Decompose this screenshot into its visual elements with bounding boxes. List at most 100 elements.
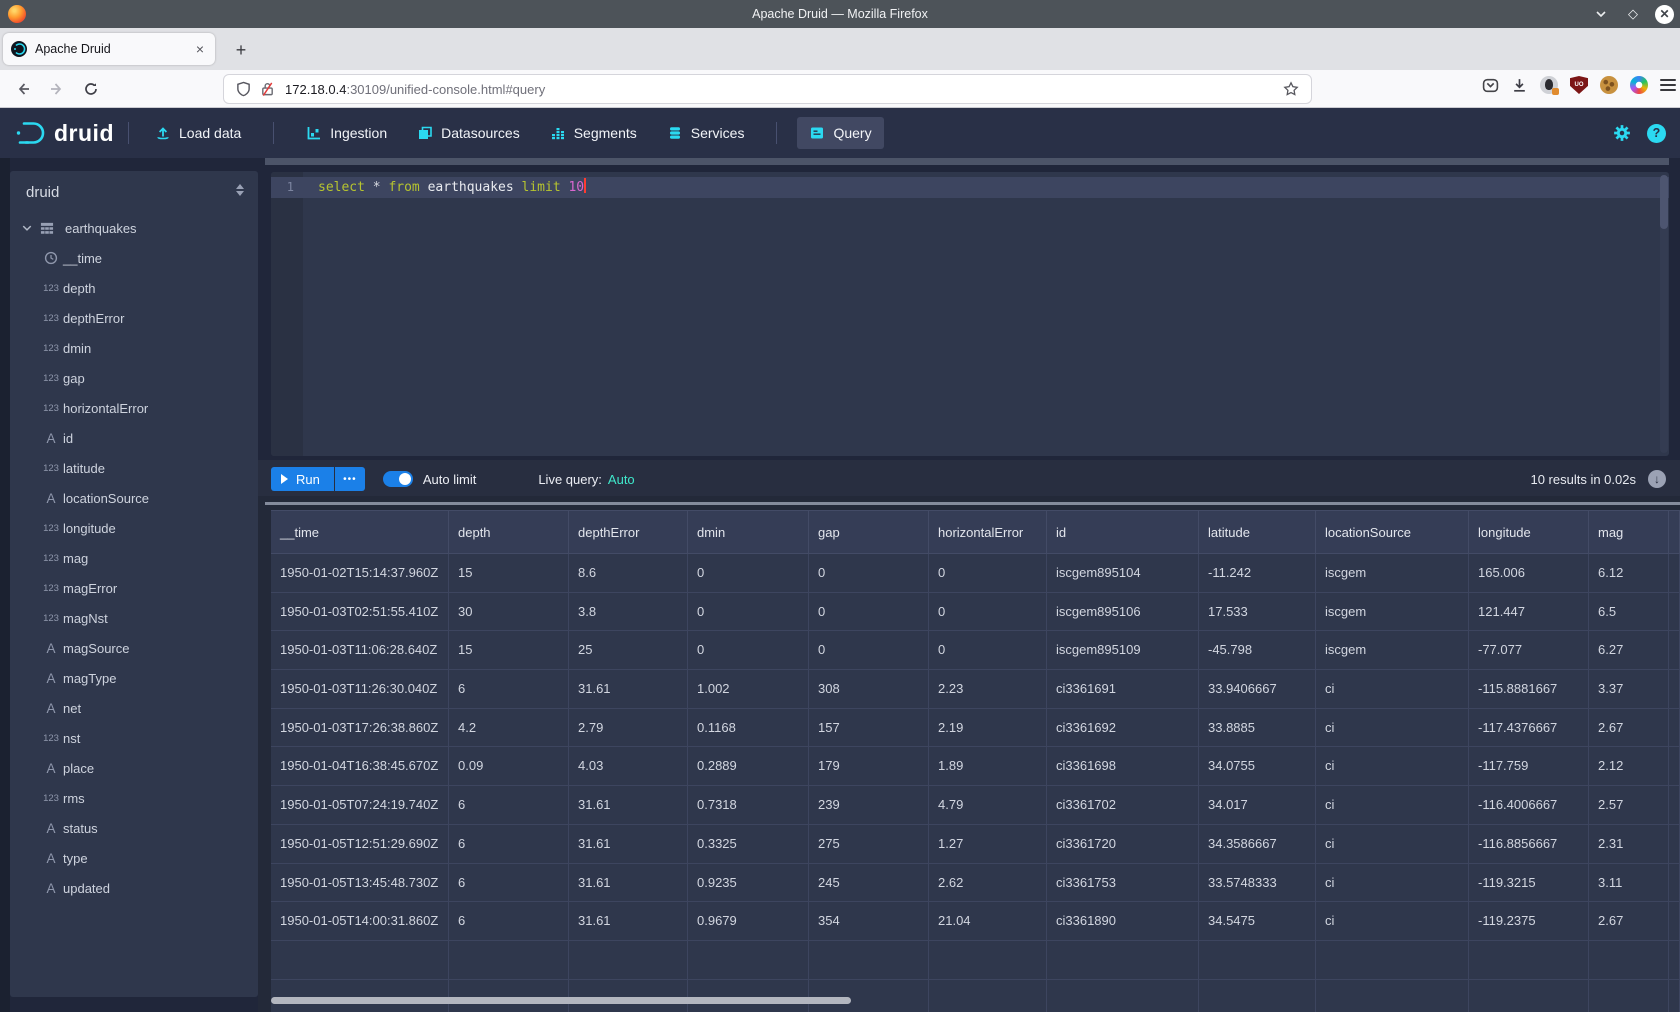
table-cell[interactable]: ci3361691 [1047,670,1199,709]
table-cell[interactable]: 0.09 [449,747,569,786]
tree-column-place[interactable]: Aplace [10,753,258,783]
tree-column-gap[interactable]: 123gap [10,363,258,393]
table-cell[interactable]: 25 [569,631,688,670]
table-cell[interactable]: ci3361720 [1047,825,1199,864]
nav-ingestion[interactable]: Ingestion [294,117,399,149]
table-cell[interactable]: ci [1316,709,1469,748]
url-bar[interactable]: 172.18.0.4:30109/unified-console.html#qu… [223,74,1312,104]
table-cell[interactable]: iscgem [1316,554,1469,593]
table-cell[interactable]: 15 [449,554,569,593]
table-cell[interactable]: 34.5475 [1199,902,1316,941]
table-cell[interactable]: 3.11 [1589,864,1669,903]
table-cell[interactable]: iscgem895104 [1047,554,1199,593]
run-button[interactable]: Run [271,467,334,491]
table-cell[interactable]: ci [1316,825,1469,864]
table-cell[interactable] [1669,864,1680,903]
table-cell[interactable]: 1950-01-05T07:24:19.740Z [271,786,449,825]
tree-column-rms[interactable]: 123rms [10,783,258,813]
nav-services[interactable]: Services [655,117,757,149]
table-cell[interactable]: 2.67 [1589,902,1669,941]
tree-column-longitude[interactable]: 123longitude [10,513,258,543]
download-results-icon[interactable]: ↓ [1648,470,1666,488]
downloads-icon[interactable] [1511,77,1528,94]
table-cell[interactable]: 0.7318 [688,786,809,825]
window-close-button[interactable]: ✕ [1655,5,1674,24]
table-cell[interactable]: -119.3215 [1469,864,1589,903]
bookmark-star-icon[interactable] [1283,81,1299,97]
table-cell[interactable]: 2.62 [929,864,1047,903]
table-cell[interactable]: 0 [809,554,929,593]
table-cell[interactable]: 2.79 [569,709,688,748]
tree-column-net[interactable]: Anet [10,693,258,723]
menu-icon[interactable] [1660,79,1676,91]
table-cell[interactable]: 2.31 [1589,825,1669,864]
table-cell[interactable]: 0.3325 [688,825,809,864]
tree-column-mag[interactable]: 123mag [10,543,258,573]
table-cell[interactable]: 0.1168 [688,709,809,748]
table-cell[interactable]: 6.12 [1589,554,1669,593]
table-cell[interactable]: 2.12 [1589,747,1669,786]
tree-column-magNst[interactable]: 123magNst [10,603,258,633]
table-cell[interactable]: 0 [809,631,929,670]
tree-column-horizontalError[interactable]: 123horizontalError [10,393,258,423]
table-cell[interactable]: 308 [809,670,929,709]
table-cell[interactable]: 6 [449,786,569,825]
nav-load-data[interactable]: Load data [143,117,253,149]
table-cell[interactable]: 239 [809,786,929,825]
reload-icon[interactable] [78,76,104,102]
column-header-mag[interactable]: mag [1589,510,1669,554]
table-cell[interactable]: 8.6 [569,554,688,593]
table-cell[interactable]: 0.2889 [688,747,809,786]
column-header-gap[interactable]: gap [809,510,929,554]
table-cell[interactable] [1669,825,1680,864]
column-header-longitude[interactable]: longitude [1469,510,1589,554]
table-cell[interactable]: 6 [449,864,569,903]
table-cell[interactable]: 6 [449,902,569,941]
tree-column-magError[interactable]: 123magError [10,573,258,603]
table-cell[interactable]: 17.533 [1199,593,1316,632]
table-cell[interactable]: 0.9679 [688,902,809,941]
tracking-shield-icon[interactable] [236,81,251,97]
editor-code-line[interactable]: select * from earthquakes limit 10 [318,177,586,198]
table-cell[interactable]: 6.5 [1589,593,1669,632]
sort-icon[interactable] [236,184,244,196]
table-cell[interactable]: 1.89 [929,747,1047,786]
table-cell[interactable]: 31.61 [569,825,688,864]
table-cell[interactable]: 1.002 [688,670,809,709]
column-header-clipped[interactable] [1669,510,1680,554]
run-more-button[interactable]: ••• [335,467,365,491]
column-header-depth[interactable]: depth [449,510,569,554]
druid-logo[interactable]: druid [14,120,114,147]
table-cell[interactable]: 30 [449,593,569,632]
table-cell[interactable]: 33.5748333 [1199,864,1316,903]
chevron-down-icon[interactable] [21,222,33,234]
table-cell[interactable]: 31.61 [569,864,688,903]
table-cell[interactable]: 2.67 [1589,709,1669,748]
auto-limit-toggle[interactable] [383,471,413,487]
table-cell[interactable]: 34.3586667 [1199,825,1316,864]
table-cell[interactable]: ci3361702 [1047,786,1199,825]
table-cell[interactable]: 0 [688,554,809,593]
table-cell[interactable]: 33.8885 [1199,709,1316,748]
tree-column-status[interactable]: Astatus [10,813,258,843]
table-cell[interactable]: 1.27 [929,825,1047,864]
table-cell[interactable]: 0 [929,554,1047,593]
table-cell[interactable] [1669,631,1680,670]
table-cell[interactable] [1669,709,1680,748]
table-cell[interactable]: 4.2 [449,709,569,748]
table-cell[interactable] [1669,670,1680,709]
table-cell[interactable]: ci [1316,670,1469,709]
url-text[interactable]: 172.18.0.4:30109/unified-console.html#qu… [285,82,1283,97]
tree-column-depthError[interactable]: 123depthError [10,303,258,333]
table-cell[interactable]: 165.006 [1469,554,1589,593]
table-cell[interactable]: 1950-01-03T02:51:55.410Z [271,593,449,632]
help-icon[interactable]: ? [1647,124,1666,143]
settings-gear-icon[interactable] [1613,124,1631,142]
forward-icon[interactable] [44,76,70,102]
window-minimize-button[interactable] [1591,4,1611,24]
window-maximize-button[interactable]: ◇ [1623,4,1643,24]
table-cell[interactable]: 179 [809,747,929,786]
column-header-dmin[interactable]: dmin [688,510,809,554]
table-cell[interactable]: 157 [809,709,929,748]
table-cell[interactable]: iscgem895106 [1047,593,1199,632]
